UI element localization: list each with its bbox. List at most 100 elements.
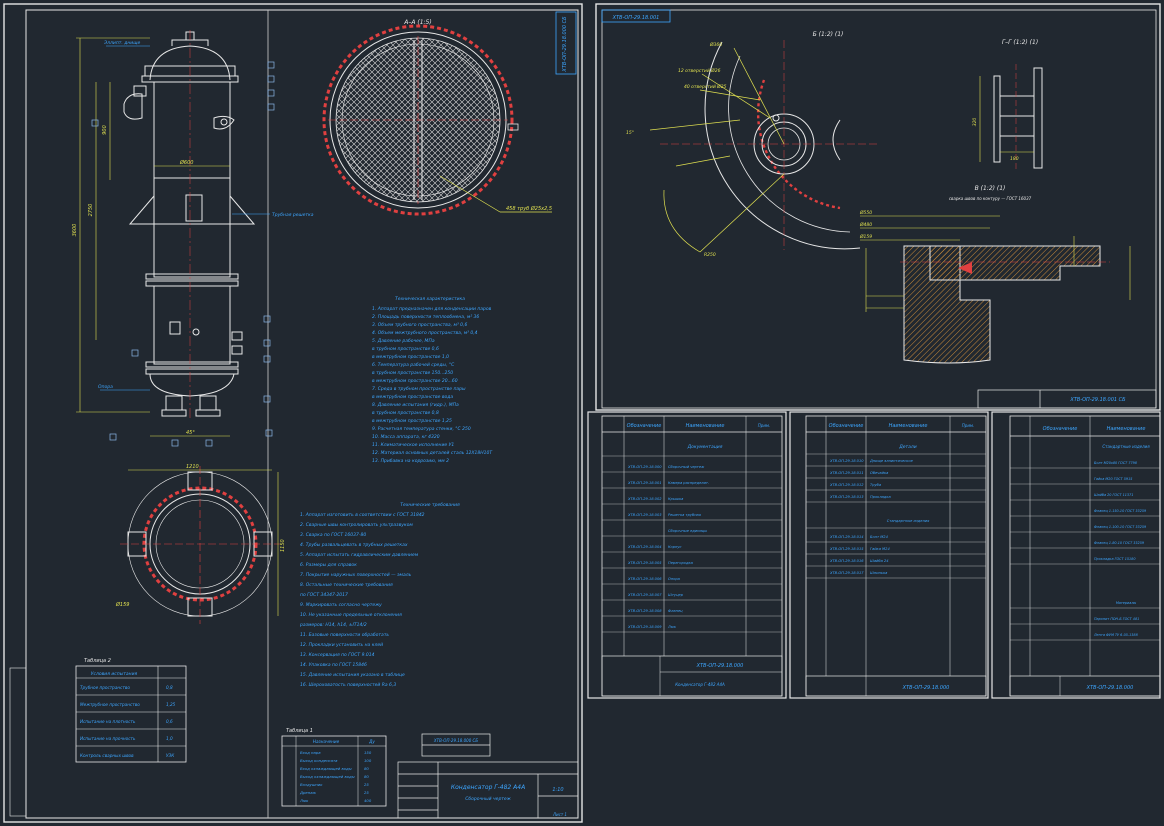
view-v-d-in: Ø480 <box>859 221 872 228</box>
dim-height-upper: 2750 <box>88 204 94 217</box>
tech-req-line: 2. Сварные швы контролировать ультразвук… <box>300 522 413 528</box>
left-table-cell: Контроль сварных швов <box>80 753 134 758</box>
spec3-cell: Материалы <box>1116 601 1137 605</box>
spec2-head-0: Обозначение <box>829 423 864 429</box>
spec3-cell: Прокладка ГОСТ 15180 <box>1094 557 1135 561</box>
tech-spec-line: в межтрубном пространстве вода <box>372 394 453 400</box>
left-side-stamp <box>9 667 27 817</box>
tech-req-block: Технические требования 1. Аппарат изгото… <box>299 502 460 688</box>
spec1-head-1: Наименование <box>686 423 725 429</box>
tube-count: 458 труб Ø25х2,5 <box>506 205 552 212</box>
nozzle-cell: Вход охлаждающей воды <box>300 766 352 771</box>
left-table-cell: УЗК <box>166 753 175 758</box>
nozzle-cell: 400 <box>364 798 372 803</box>
tech-req-line: 3. Сварка по ГОСТ 16037-80 <box>300 532 366 538</box>
spec1-cell: ХТВ-ОП-29.18.007 <box>627 593 662 597</box>
spec1-cell: ХТВ-ОП-29.18.004 <box>627 545 662 549</box>
view-b-holes: 40 отверстий Ø25 <box>684 83 727 90</box>
nozzle-cell: 100 <box>364 758 372 763</box>
dim-h-base: 1150 <box>280 539 286 552</box>
tech-req-line: 4. Трубы развальцевать в трубных решетка… <box>300 542 408 548</box>
section-a-a: А–А (1:5) 458 труб Ø25х2,5 <box>322 19 552 216</box>
view-g-width: 180 <box>1010 156 1019 162</box>
spec2-cell: Шайба 24 <box>870 559 889 563</box>
tech-req-line: 1. Аппарат изготовить в соответствии с Г… <box>300 512 425 518</box>
tech-spec-line: 4. Объем межтрубного пространства, м³ 0,… <box>372 330 478 336</box>
tech-req-line: 14. Упаковка по ГОСТ 15846 <box>300 662 367 668</box>
stamp-vertical: ХТВ-ОП-29.18.000 СБ <box>562 16 568 73</box>
spec-sheet-1: Обозначение Наименование Прим. Документа… <box>587 411 787 699</box>
tech-spec-line: 10. Масса аппарата, кг 4320 <box>372 434 440 440</box>
spec1-stamp: ХТВ-ОП-29.18.000 <box>696 663 744 669</box>
tech-req-line: по ГОСТ 34347-2017 <box>300 592 348 598</box>
spec3-cell: Лента ФУМ ТУ 6-05-1388 <box>1093 633 1139 637</box>
view-g: Г–Г (1:2) (1) 320 180 <box>972 39 1043 172</box>
spec1-section: Документация <box>687 444 723 450</box>
spec1-cell: Камера распределит. <box>668 481 709 485</box>
tech-spec-line: 11. Климатическое исполнение У1 <box>372 442 454 448</box>
tech-spec-line: в межтрубном пространстве 1,25 <box>372 418 452 424</box>
plan-view: 1210 1150 Ø159 <box>115 464 286 624</box>
main-sheet-number: Лист 1 <box>552 812 567 817</box>
leader-bottom: Опора <box>98 384 113 390</box>
tech-spec-line: 7. Среда в трубном пространстве пары <box>372 386 466 392</box>
tech-spec-line: 8. Давление испытания (гидр.), МПа <box>372 402 459 408</box>
detail-sheet-header: ХТВ-ОП-29.18.001 <box>612 15 660 21</box>
spec2-cell: Стандартные изделия <box>887 519 930 523</box>
left-table: Таблица 2 Условия испытания Трубное прос… <box>9 658 187 817</box>
dim-height-total: 3600 <box>72 224 78 237</box>
view-b-d: Ø360 <box>709 41 722 48</box>
nozzle-cell: 25 <box>364 782 369 787</box>
left-table-cell: 1,0 <box>166 736 173 741</box>
tech-req-line: 7. Покрытие наружных поверхностей — эмал… <box>300 572 412 578</box>
tech-spec-line: 1. Аппарат предназначен для конденсации … <box>372 306 492 312</box>
tech-spec-line: в межтрубном пространстве 20...60 <box>372 378 458 384</box>
tech-spec-block: Техническая характеристика 1. Аппарат пр… <box>372 296 493 464</box>
tech-spec-line: 3. Объем трубного пространства, м³ 0,6 <box>372 322 467 328</box>
tech-spec-line: в трубном пространстве 150...250 <box>372 370 453 376</box>
view-v: В (1:2) (1) сварка швов по контуру — ГОС… <box>859 185 1131 364</box>
spec2-cell: ХТВ-ОП-29.18.013 <box>829 495 864 499</box>
nozzle-cell: Выход охлаждающей воды <box>300 774 355 779</box>
spec2-cell: ХТВ-ОП-29.18.016 <box>829 559 864 563</box>
spec1-cell: ХТВ-ОП-29.18.005 <box>627 561 662 565</box>
main-subtitle: Сборочный чертеж <box>465 796 511 802</box>
spec1-cell: ХТВ-ОП-29.18.002 <box>627 497 662 501</box>
tech-req-line: 10. Не указанные предельные отклонения <box>300 612 402 618</box>
main-sheet: ХТВ-ОП-29.18.000 СБ 3600 2750 900 Ø600 4… <box>3 3 583 823</box>
view-b-label: Б (1:2) (1) <box>813 31 844 38</box>
tech-spec-line: 12. Материал основных деталей сталь 12Х1… <box>372 450 493 456</box>
spec1-cell: Штуцер <box>668 593 684 597</box>
spec1-cell: ХТВ-ОП-29.18.009 <box>627 625 662 629</box>
spec2-cell: Гайка М24 <box>870 547 890 551</box>
view-v-label: В (1:2) (1) <box>975 185 1006 192</box>
spec3-head-1: Наименование <box>1107 426 1146 432</box>
left-table-cell: Межтрубное пространство <box>80 702 140 707</box>
main-stamp-code: ХТВ-ОП-29.18.000 СБ <box>433 738 478 743</box>
view-g-label: Г–Г (1:2) (1) <box>1002 39 1038 46</box>
tech-req-line: 16. Шероховатость поверхностей Ra 6,3 <box>300 682 396 688</box>
spec2-cell: Труба <box>870 483 881 487</box>
left-table-cell: 0,8 <box>166 685 173 690</box>
spec3-cell: Гайка М20 ГОСТ 5915 <box>1094 477 1132 481</box>
spec3-cell: Шайба 20 ГОСТ 11371 <box>1094 493 1133 497</box>
tech-req-heading: Технические требования <box>400 502 460 508</box>
tech-req-line: 12. Прокладки установить на клей <box>300 642 383 648</box>
detail-stamp-code: ХТВ-ОП-29.18.001 СБ <box>1069 397 1126 403</box>
tech-req-line: размеров: H14, h14, ±IT14/2 <box>299 622 367 628</box>
spec3-cell: Фланец 1-100-10 ГОСТ 33259 <box>1094 525 1146 529</box>
tech-spec-line: в трубном пространстве 0,6 <box>372 346 439 352</box>
left-table-cell: Испытание на плотность <box>80 719 136 724</box>
view-b-bolt: 12 отверстий Ø26 <box>678 67 721 74</box>
main-scale: 1:10 <box>552 787 563 793</box>
leader-mid: Трубная решетка <box>272 212 314 218</box>
main-title: Конденсатор Г-482 А4А <box>451 784 525 791</box>
spec2-cell: Обечайка <box>870 471 888 475</box>
spec2-cell: Днище эллиптическое <box>869 459 914 463</box>
spec-sheet-2: Обозначение Наименование Прим. Детали ХТ… <box>789 411 989 699</box>
spec3-cell: Фланец 1-150-10 ГОСТ 33259 <box>1094 509 1146 513</box>
view-g-height: 320 <box>972 118 978 127</box>
spec1-cell: ХТВ-ОП-29.18.000 <box>627 465 662 469</box>
nozzle-cell: Дренаж <box>299 790 317 795</box>
spec2-head-2: Прим. <box>962 423 974 428</box>
